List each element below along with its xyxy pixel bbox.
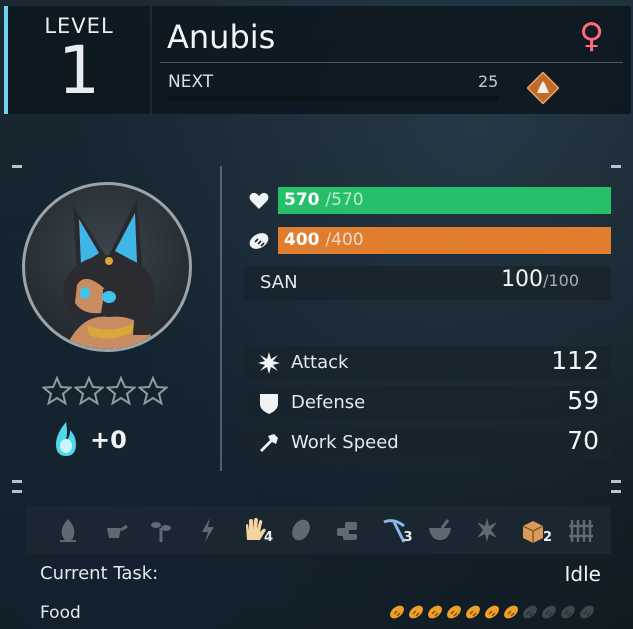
san-value: 100/100 — [501, 267, 579, 292]
food-bread-icon — [466, 605, 480, 619]
stat-value: 112 — [551, 346, 599, 375]
food-bread-icon — [485, 605, 499, 619]
icon-shape — [476, 518, 497, 542]
rank-stars — [42, 375, 170, 416]
icon-shape — [246, 518, 266, 540]
work-speed-icon — [260, 434, 278, 452]
stomach-max: /400 — [325, 230, 364, 250]
icon-shape — [151, 522, 161, 528]
stomach-current: 400 — [284, 230, 320, 250]
medicine-icon[interactable] — [426, 516, 454, 544]
stat-row-work-speed: Work Speed 70 — [244, 426, 611, 460]
icon-shape — [161, 525, 171, 531]
next-label: NEXT — [168, 72, 214, 92]
gender-female-icon: ♀ — [579, 16, 604, 56]
current-task-label: Current Task: — [40, 563, 159, 584]
san-max: /100 — [543, 271, 579, 290]
san-label: SAN — [260, 272, 298, 293]
stat-label: Defense — [291, 392, 366, 413]
gathering-icon[interactable] — [287, 516, 315, 544]
icon-shape — [429, 528, 451, 540]
health-current: 570 — [284, 190, 320, 210]
soul-bonus-value: +0 — [90, 426, 127, 454]
work-level-badge: 4 — [264, 530, 274, 545]
work-level-badge: 3 — [403, 530, 413, 545]
health-max: /570 — [325, 190, 364, 210]
work-suitability-bar: 4 3 2 — [26, 506, 611, 554]
icon-shape — [440, 519, 450, 529]
star-icon — [106, 375, 136, 406]
separator-tick — [12, 480, 22, 483]
icon-shape — [343, 534, 357, 540]
food-label: Food — [40, 603, 81, 623]
stat-label: Work Speed — [291, 432, 399, 453]
level-value: 1 — [58, 32, 100, 109]
stat-label: Attack — [291, 352, 349, 373]
watering-icon[interactable] — [101, 516, 129, 544]
lumbering-icon[interactable] — [333, 516, 361, 544]
food-bread-icon — [561, 605, 575, 619]
star-icon — [42, 375, 72, 406]
food-bread-icon — [409, 605, 423, 619]
column-divider — [220, 166, 222, 471]
separator-tick — [12, 490, 22, 493]
icon-shape — [61, 519, 75, 541]
food-bread-icon — [504, 605, 518, 619]
icon-shape — [201, 518, 214, 542]
pal-portrait — [22, 182, 192, 352]
san-current: 100 — [501, 267, 544, 292]
anubis-portrait-image — [63, 199, 157, 349]
work-level-badge: 2 — [543, 530, 553, 545]
food-bread-icon — [447, 605, 461, 619]
pal-soul-icon — [56, 422, 76, 456]
separator-tick — [12, 165, 22, 168]
food-bread-icon — [523, 605, 537, 619]
element-type-icon — [527, 72, 559, 104]
attack-icon — [258, 352, 280, 374]
current-task-value: Idle — [564, 562, 601, 586]
exp-bar — [168, 96, 499, 101]
divider — [160, 62, 623, 63]
san-row: SAN 100/100 — [244, 266, 611, 300]
health-bar: 570 /570 — [278, 187, 611, 214]
farming-icon[interactable] — [566, 516, 594, 544]
pal-name[interactable]: Anubis — [167, 18, 275, 56]
star-icon — [74, 375, 104, 406]
kindling-icon[interactable] — [54, 516, 82, 544]
next-value: 25 — [478, 72, 499, 91]
icon-shape — [568, 520, 593, 542]
food-bread-icon — [580, 605, 594, 619]
icon-shape — [106, 528, 121, 538]
stomach-text: 400 /400 — [284, 230, 364, 250]
stat-row-defense: Defense 59 — [244, 386, 611, 420]
defense-icon — [260, 394, 278, 414]
heart-icon — [249, 192, 269, 209]
name-panel: Anubis ♀ NEXT 25 — [152, 6, 631, 114]
stat-row-attack: Attack 112 — [244, 346, 611, 380]
electricity-icon[interactable] — [194, 516, 222, 544]
stomach-bar: 400 /400 — [278, 227, 611, 254]
star-icon — [138, 375, 168, 406]
cooling-icon[interactable] — [473, 516, 501, 544]
separator-tick — [611, 490, 621, 493]
icon-shape — [119, 524, 128, 532]
icon-shape — [291, 519, 310, 541]
stat-value: 70 — [567, 426, 599, 455]
bread-icon — [249, 233, 269, 249]
planting-icon[interactable] — [147, 516, 175, 544]
stat-value: 59 — [567, 386, 599, 415]
level-panel: LEVEL 1 — [4, 6, 150, 114]
health-text: 570 /570 — [284, 190, 364, 210]
separator-tick — [611, 480, 621, 483]
food-bread-icon — [542, 605, 556, 619]
separator-tick — [611, 165, 621, 168]
icon-shape — [345, 522, 357, 530]
food-bread-icon — [390, 605, 404, 619]
food-bread-icon — [428, 605, 442, 619]
